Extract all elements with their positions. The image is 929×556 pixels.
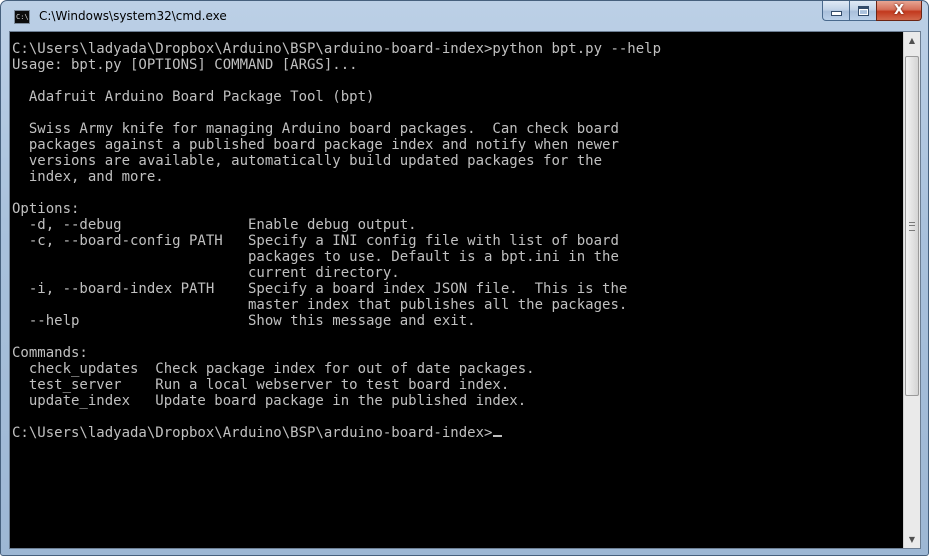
console-line: current directory. bbox=[12, 265, 400, 281]
console-line: Adafruit Arduino Board Package Tool (bpt… bbox=[12, 89, 375, 105]
window-title: C:\Windows\system32\cmd.exe bbox=[39, 9, 227, 23]
console-line: check_updates Check package index for ou… bbox=[12, 361, 535, 377]
console-line: Usage: bpt.py [OPTIONS] COMMAND [ARGS]..… bbox=[12, 57, 358, 73]
console-area[interactable]: C:\Users\ladyada\Dropbox\Arduino\BSP\ard… bbox=[9, 31, 921, 549]
scroll-thumb[interactable] bbox=[905, 56, 919, 396]
caption-buttons: X bbox=[822, 1, 922, 22]
scroll-down-arrow-icon[interactable]: ▼ bbox=[904, 531, 920, 548]
console-line: update_index Update board package in the… bbox=[12, 393, 527, 409]
console-output[interactable]: C:\Users\ladyada\Dropbox\Arduino\BSP\ard… bbox=[12, 41, 902, 541]
maximize-button[interactable] bbox=[849, 1, 876, 21]
console-line: master index that publishes all the pack… bbox=[12, 297, 628, 313]
console-line: index, and more. bbox=[12, 169, 164, 185]
scroll-up-arrow-icon[interactable]: ▲ bbox=[904, 32, 920, 49]
title-bar[interactable]: C:\ C:\Windows\system32\cmd.exe X bbox=[1, 1, 928, 33]
console-line: Swiss Army knife for managing Arduino bo… bbox=[12, 121, 619, 137]
maximize-icon bbox=[857, 5, 869, 16]
console-line: -d, --debug Enable debug output. bbox=[12, 217, 417, 233]
vertical-scrollbar[interactable]: ▲ ▼ bbox=[903, 32, 920, 548]
close-icon: X bbox=[893, 3, 905, 18]
console-line: Options: bbox=[12, 201, 80, 217]
minimize-button[interactable] bbox=[822, 1, 849, 21]
grip-icon bbox=[909, 222, 915, 231]
cmd-icon[interactable]: C:\ bbox=[14, 10, 30, 24]
text-cursor bbox=[493, 435, 503, 437]
cmd-window: C:\ C:\Windows\system32\cmd.exe X C:\Use… bbox=[0, 0, 929, 556]
console-line: C:\Users\ladyada\Dropbox\Arduino\BSP\ard… bbox=[12, 41, 662, 57]
command-prompt: C:\Users\ladyada\Dropbox\Arduino\BSP\ard… bbox=[12, 425, 902, 441]
console-line: packages to use. Default is a bpt.ini in… bbox=[12, 249, 619, 265]
close-button[interactable]: X bbox=[876, 1, 922, 21]
console-line: Commands: bbox=[12, 345, 88, 361]
console-line: packages against a published board packa… bbox=[12, 137, 619, 153]
console-line: -i, --board-index PATH Specify a board i… bbox=[12, 281, 628, 297]
console-line: versions are available, automatically bu… bbox=[12, 153, 603, 169]
minimize-icon bbox=[830, 11, 842, 16]
console-line: --help Show this message and exit. bbox=[12, 313, 476, 329]
console-line: test_server Run a local webserver to tes… bbox=[12, 377, 510, 393]
console-line: -c, --board-config PATH Specify a INI co… bbox=[12, 233, 619, 249]
